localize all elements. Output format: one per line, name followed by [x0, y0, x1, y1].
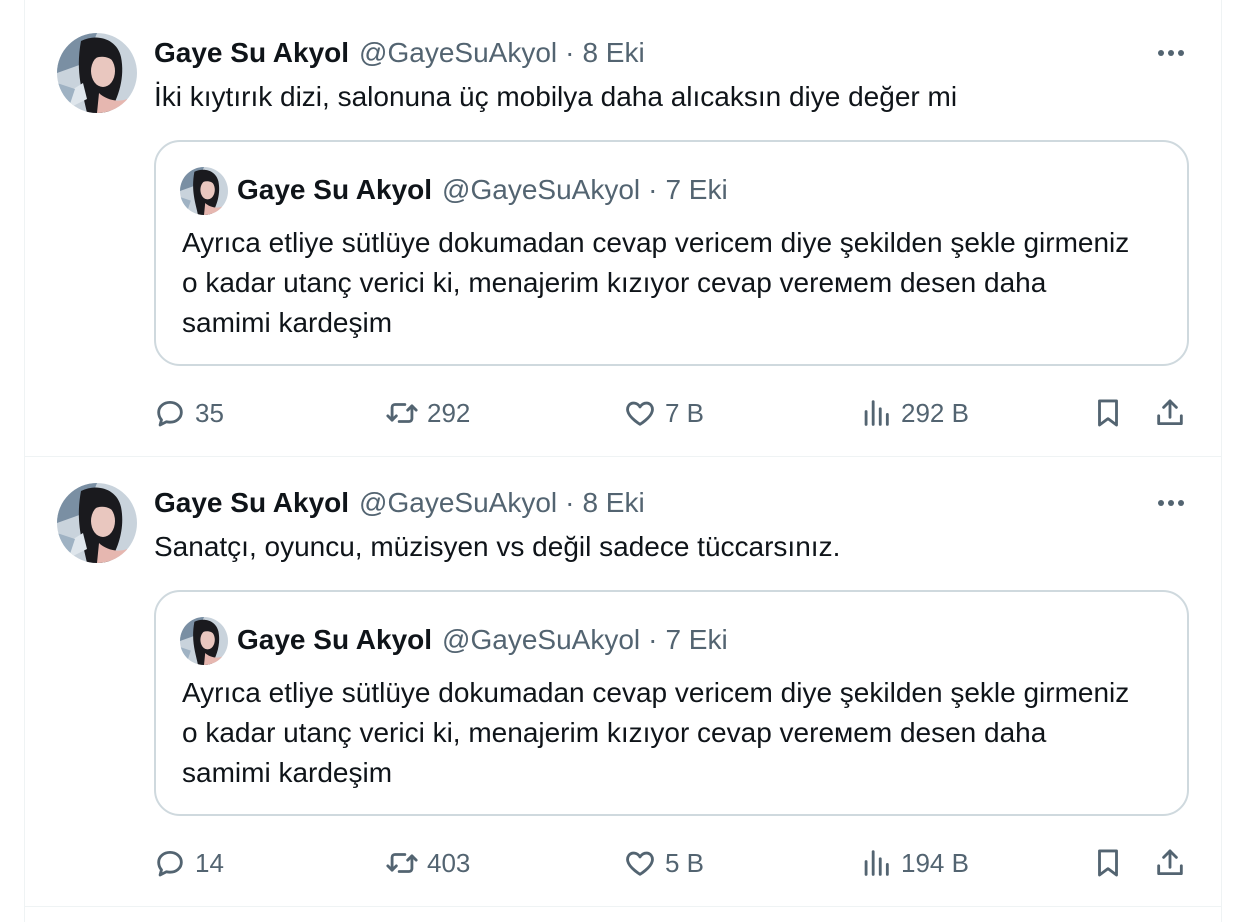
- tweet-text: Sanatçı, oyuncu, müzisyen vs değil sadec…: [154, 531, 841, 562]
- share-icon: [1157, 849, 1183, 876]
- separator-dot: ·: [565, 37, 575, 68]
- avatar[interactable]: [57, 483, 137, 563]
- reply-count: 14: [195, 847, 224, 878]
- bookmark-icon: [1098, 849, 1118, 877]
- views-count: 194 B: [901, 847, 969, 878]
- views-chart-icon: [864, 850, 889, 876]
- quote-author-handle: @GayeSuAkyol: [442, 624, 641, 655]
- share-button[interactable]: [1153, 387, 1187, 439]
- tweet-actions: 14 403 5 B 194 B: [25, 837, 1221, 889]
- quote-date: 7 Eki: [665, 174, 728, 205]
- views-button[interactable]: 292 B: [859, 387, 969, 439]
- views-button[interactable]: 194 B: [859, 837, 969, 889]
- tweet-header: Gaye Su Akyol @GayeSuAkyol · 8 Eki: [154, 35, 645, 71]
- like-count: 5 B: [665, 847, 705, 878]
- tweet[interactable]: Gaye Su Akyol @GayeSuAkyol · 8 Eki Sanat…: [25, 457, 1221, 907]
- heart-icon: [626, 401, 654, 426]
- tweet[interactable]: Gaye Su Akyol @GayeSuAkyol · 8 Eki İki k…: [25, 7, 1221, 457]
- like-button[interactable]: 7 B: [623, 387, 704, 439]
- retweet-count: 292: [427, 397, 471, 428]
- heart-icon: [626, 851, 654, 876]
- quote-author-handle: @GayeSuAkyol: [442, 174, 641, 205]
- tweet-date[interactable]: 8 Eki: [582, 37, 644, 69]
- tweet-divider: [25, 906, 1221, 907]
- tweet-date[interactable]: 8 Eki: [582, 487, 644, 519]
- like-button[interactable]: 5 B: [623, 837, 704, 889]
- more-dots-icon[interactable]: [1153, 489, 1189, 517]
- reply-button[interactable]: 14: [153, 837, 224, 889]
- quote-avatar: [180, 167, 228, 215]
- bookmark-icon: [1098, 399, 1118, 427]
- reply-icon: [157, 400, 183, 427]
- bookmark-button[interactable]: [1091, 387, 1125, 439]
- views-chart-icon: [864, 400, 889, 426]
- more-dots-icon[interactable]: [1153, 39, 1189, 67]
- avatar[interactable]: [57, 33, 137, 113]
- bookmark-button[interactable]: [1091, 837, 1125, 889]
- quote-text: Ayrıca etliye sütlüye dokumadan cevap ve…: [182, 677, 1130, 788]
- share-button[interactable]: [1153, 837, 1187, 889]
- reply-count: 35: [195, 397, 224, 428]
- timeline-column: Gaye Su Akyol @GayeSuAkyol · 8 Eki İki k…: [24, 0, 1222, 922]
- separator-dot: ·: [565, 487, 575, 518]
- retweet-icon: [386, 853, 418, 873]
- tweet-text: İki kıytırık dizi, salonuna üç mobilya d…: [154, 81, 958, 112]
- separator-dot: ·: [648, 624, 658, 655]
- share-icon: [1157, 399, 1183, 426]
- quote-text: Ayrıca etliye sütlüye dokumadan cevap ve…: [182, 227, 1130, 338]
- quote-tweet[interactable]: Gaye Su Akyol @GayeSuAkyol · 7 Eki Ayrıc…: [154, 140, 1189, 366]
- quote-date: 7 Eki: [665, 624, 728, 655]
- quote-header: Gaye Su Akyol @GayeSuAkyol · 7 Eki: [237, 622, 728, 658]
- quote-avatar: [180, 617, 228, 665]
- like-count: 7 B: [665, 397, 705, 428]
- reply-button[interactable]: 35: [153, 387, 224, 439]
- separator-dot: ·: [648, 174, 658, 205]
- author-handle[interactable]: @GayeSuAkyol: [359, 37, 557, 69]
- retweet-button[interactable]: 292: [385, 387, 470, 439]
- author-handle[interactable]: @GayeSuAkyol: [359, 487, 557, 519]
- author-name[interactable]: Gaye Su Akyol: [154, 37, 349, 69]
- quote-author-name: Gaye Su Akyol: [237, 624, 433, 655]
- retweet-icon: [386, 403, 418, 423]
- quote-author-name: Gaye Su Akyol: [237, 174, 433, 205]
- views-count: 292 B: [901, 397, 969, 428]
- tweet-actions: 35 292 7 B 292 B: [25, 387, 1221, 439]
- tweet-header: Gaye Su Akyol @GayeSuAkyol · 8 Eki: [154, 485, 645, 521]
- quote-header: Gaye Su Akyol @GayeSuAkyol · 7 Eki: [237, 172, 728, 208]
- author-name[interactable]: Gaye Su Akyol: [154, 487, 349, 519]
- reply-icon: [157, 850, 183, 877]
- retweet-count: 403: [427, 847, 471, 878]
- retweet-button[interactable]: 403: [385, 837, 470, 889]
- quote-tweet[interactable]: Gaye Su Akyol @GayeSuAkyol · 7 Eki Ayrıc…: [154, 590, 1189, 816]
